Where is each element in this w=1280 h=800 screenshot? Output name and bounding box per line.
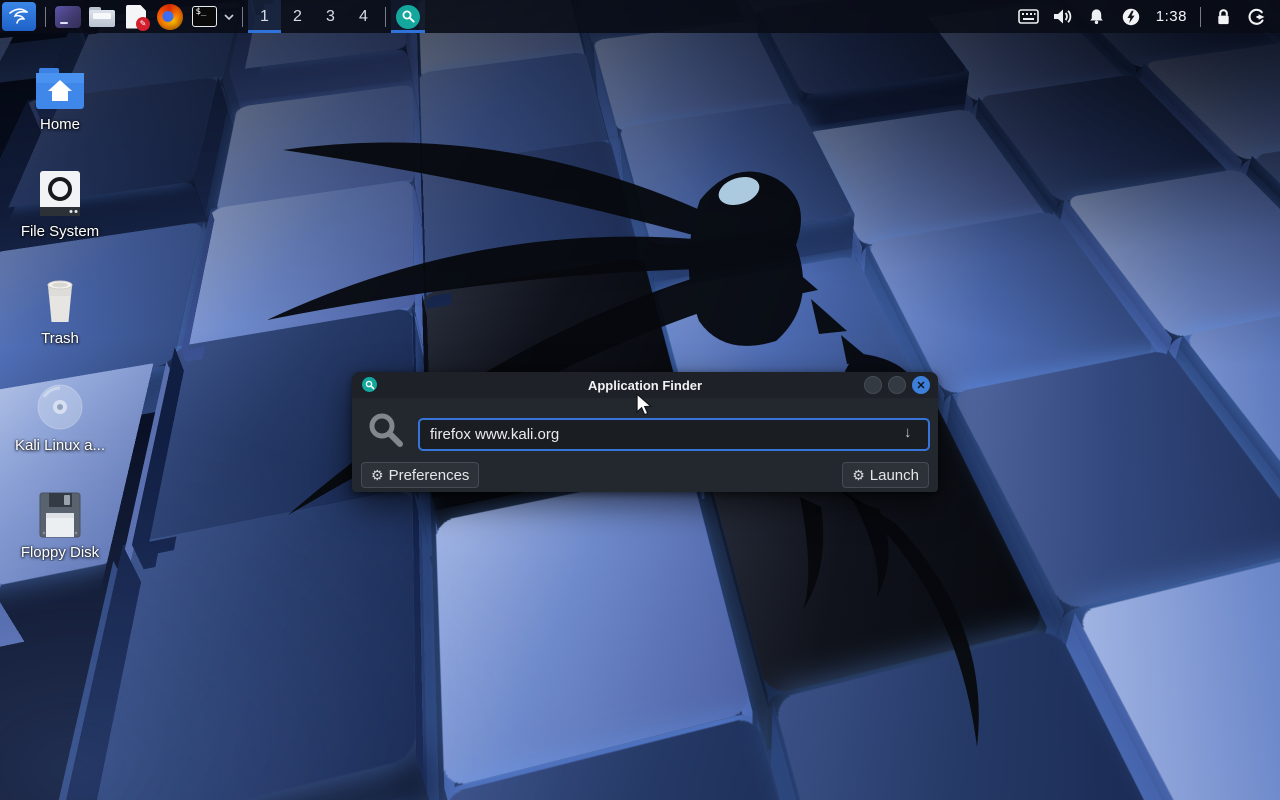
search-icon xyxy=(368,412,404,453)
desktop-icon-trash[interactable]: Trash xyxy=(8,272,112,347)
launcher-firefox[interactable] xyxy=(153,0,187,33)
desktop-icon-label: File System xyxy=(8,223,112,240)
window-title: Application Finder xyxy=(352,378,938,393)
launcher-terminal-emulator[interactable]: $_ xyxy=(187,0,221,33)
panel-separator xyxy=(1200,7,1201,27)
workspace-1[interactable]: 1 xyxy=(248,0,281,33)
search-input[interactable] xyxy=(418,418,930,451)
panel-separator xyxy=(242,7,243,27)
workspace-4[interactable]: 4 xyxy=(347,0,380,33)
maximize-button[interactable] xyxy=(888,376,906,394)
kali-logo-icon xyxy=(7,5,31,29)
close-button[interactable]: ✕ xyxy=(912,376,930,394)
trash-can-icon xyxy=(8,272,112,324)
application-finder-icon xyxy=(396,5,420,29)
launch-button[interactable]: ⚙ Launch xyxy=(842,462,929,488)
taskbar-application-finder[interactable] xyxy=(391,0,425,33)
firefox-icon xyxy=(157,4,183,30)
hard-drive-icon xyxy=(8,165,112,217)
launcher-dropdown-chevron[interactable] xyxy=(221,0,237,33)
panel-separator xyxy=(385,7,386,27)
preferences-label: Preferences xyxy=(389,467,470,484)
applications-menu-button[interactable] xyxy=(2,2,36,31)
top-panel: ✎ $_ 1 2 3 4 xyxy=(0,0,1280,33)
workspace-3[interactable]: 3 xyxy=(314,0,347,33)
optical-disc-icon xyxy=(8,379,112,431)
text-editor-icon: ✎ xyxy=(126,5,146,29)
launch-label: Launch xyxy=(870,467,919,484)
launcher-file-manager[interactable] xyxy=(85,0,119,33)
dropdown-arrow-icon[interactable]: ↓ xyxy=(904,424,912,441)
folder-icon xyxy=(89,7,115,27)
desktop-icon-file-system[interactable]: File System xyxy=(8,165,112,240)
launcher-text-editor[interactable]: ✎ xyxy=(119,0,153,33)
home-folder-icon xyxy=(8,58,112,110)
volume-icon[interactable] xyxy=(1046,0,1080,33)
window-icon-search xyxy=(362,377,377,392)
log-out-icon[interactable] xyxy=(1240,0,1274,33)
desktop-icon-label: Trash xyxy=(8,330,112,347)
desktop-root: Home File System xyxy=(0,0,1280,800)
desktop-icon-label: Floppy Disk xyxy=(8,544,112,561)
workspace-2[interactable]: 2 xyxy=(281,0,314,33)
desktop-icon-label: Kali Linux a... xyxy=(8,437,112,454)
power-manager-icon[interactable] xyxy=(1114,0,1148,33)
desktop-icon-label: Home xyxy=(8,116,112,133)
desktop-icon-home[interactable]: Home xyxy=(8,58,112,133)
launch-gear-icon: ⚙ xyxy=(852,468,865,482)
gear-icon: ⚙ xyxy=(371,468,384,482)
minimize-button[interactable] xyxy=(864,376,882,394)
notifications-bell-icon[interactable] xyxy=(1080,0,1114,33)
floppy-disk-icon xyxy=(8,486,112,538)
application-finder-window: Application Finder ✕ ↓ ⚙ Preferences ⚙ L… xyxy=(352,372,938,492)
preferences-button[interactable]: ⚙ Preferences xyxy=(361,462,479,488)
clock[interactable]: 1:38 xyxy=(1148,8,1195,25)
terminal-prompt-icon: $_ xyxy=(192,6,217,27)
titlebar[interactable]: Application Finder ✕ xyxy=(352,372,938,398)
lock-screen-icon[interactable] xyxy=(1206,0,1240,33)
desktop-icon-kali-dvd[interactable]: Kali Linux a... xyxy=(8,379,112,454)
desktop-icon-floppy[interactable]: Floppy Disk xyxy=(8,486,112,561)
keyboard-layout-icon[interactable] xyxy=(1012,0,1046,33)
panel-separator xyxy=(45,7,46,27)
launcher-terminal[interactable] xyxy=(51,0,85,33)
terminal-icon xyxy=(55,6,81,28)
